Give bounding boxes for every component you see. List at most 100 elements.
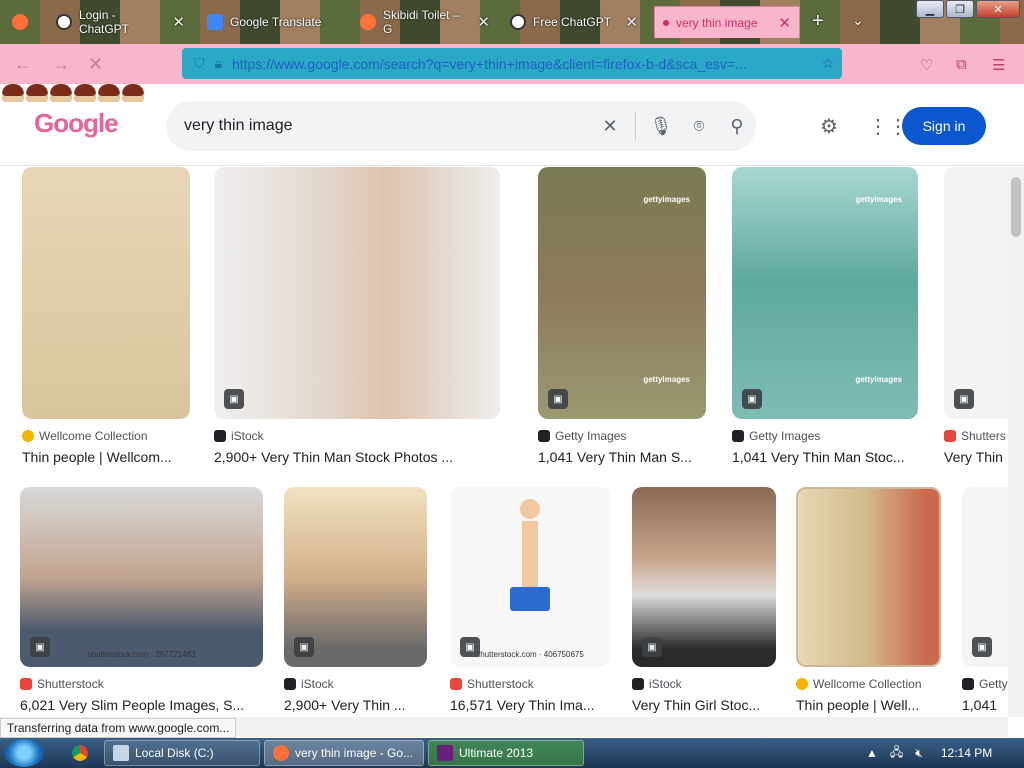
chrome-icon[interactable]	[64, 740, 96, 766]
gear-icon[interactable]: ⚙	[820, 114, 838, 139]
result-image[interactable]: gettyimages gettyimages ▣	[538, 167, 706, 419]
result-image[interactable]: shutterstock.com · 406750675 ▣	[450, 487, 610, 667]
result-card[interactable]: ▣ Getty 1,041	[962, 487, 1008, 713]
result-title[interactable]: 2,900+ Very Thin ...	[284, 697, 427, 713]
visual-studio-icon	[437, 745, 453, 761]
close-window-button[interactable]: ✕	[976, 0, 1020, 18]
watermark: gettyimages	[855, 195, 902, 204]
vertical-scrollbar[interactable]	[1008, 167, 1024, 717]
result-image[interactable]: ▣	[962, 487, 1008, 667]
result-card[interactable]: Wellcome Collection Thin people | Wellco…	[22, 167, 190, 465]
tab-free-chatgpt[interactable]: Free ChatGPT ✕	[502, 6, 646, 38]
volume-muted-icon[interactable]: 🔇︎	[915, 746, 923, 761]
result-card[interactable]: ▣ iStock 2,900+ Very Thin Man Stock Phot…	[214, 167, 500, 465]
window-controls: ▁ ❐ ✕	[916, 0, 1020, 18]
result-title[interactable]: Very Thin Girl Stoc...	[632, 697, 776, 713]
lock-icon[interactable]: 🔒︎	[215, 55, 222, 72]
microphone-icon[interactable]: 🎙︎	[642, 116, 680, 137]
result-title[interactable]: 6,021 Very Slim People Images, S...	[20, 697, 263, 713]
tab-label: Google Translate	[230, 15, 322, 29]
extensions-icon[interactable]: ⧉	[956, 56, 967, 73]
source-name: Shutters	[961, 429, 1006, 443]
result-card[interactable]: shutterstock.com · 367721483 ▣ Shutterst…	[20, 487, 263, 713]
taskbar-item-label: Local Disk (C:)	[135, 746, 214, 760]
result-title[interactable]: 1,041 Very Thin Man Stoc...	[732, 449, 918, 465]
doodle-cupcakes	[2, 84, 144, 102]
pocket-icon[interactable]: ♡	[920, 56, 933, 74]
image-badge-icon: ▣	[294, 637, 314, 657]
camera-lens-icon[interactable]: ⌾	[680, 116, 718, 137]
minimize-button[interactable]: ▁	[916, 0, 944, 18]
address-bar[interactable]: ⛉ 🔒︎ https://www.google.com/search?q=ver…	[182, 48, 842, 79]
result-image[interactable]: ▣	[944, 167, 1008, 419]
source-favicon-icon	[796, 678, 808, 690]
source-favicon-icon	[20, 678, 32, 690]
result-image[interactable]: gettyimages gettyimages ▣	[732, 167, 918, 419]
taskbar-item-visual-studio[interactable]: Ultimate 2013	[428, 740, 584, 766]
maximize-button[interactable]: ❐	[946, 0, 974, 18]
menu-hamburger-icon[interactable]: ☰	[992, 56, 1005, 74]
drive-icon	[113, 745, 129, 761]
forward-arrow-icon[interactable]: →	[52, 54, 70, 75]
result-title[interactable]: 1,041	[962, 697, 1008, 713]
new-tab-button[interactable]: +	[812, 10, 824, 33]
tab-label: Login - ChatGPT	[79, 8, 130, 36]
translate-icon	[207, 14, 223, 30]
taskbar-item-local-disk[interactable]: Local Disk (C:)	[104, 740, 260, 766]
source-name: Wellcome Collection	[39, 429, 148, 443]
back-arrow-icon[interactable]: ←	[14, 54, 32, 75]
result-title[interactable]: 1,041 Very Thin Man S...	[538, 449, 706, 465]
result-card[interactable]: ▣ iStock 2,900+ Very Thin ...	[284, 487, 427, 713]
image-badge-icon: ▣	[224, 389, 244, 409]
shield-icon[interactable]: ⛉	[194, 55, 205, 72]
search-input[interactable]: very thin image	[184, 117, 591, 135]
source-favicon-icon	[732, 430, 744, 442]
chatgpt-icon	[510, 14, 526, 30]
close-icon[interactable]: ✕	[625, 13, 638, 31]
clock[interactable]: 12:14 PM	[941, 746, 992, 760]
close-icon[interactable]: ✕	[477, 13, 490, 31]
search-box[interactable]: very thin image ✕ 🎙︎ ⌾ ⚲	[166, 101, 756, 151]
clear-icon[interactable]: ✕	[591, 116, 629, 137]
search-icon[interactable]: ⚲	[718, 116, 756, 137]
result-image[interactable]	[796, 487, 941, 667]
stop-loading-icon[interactable]: ✕	[88, 54, 103, 75]
cartoon-body	[522, 521, 538, 591]
source-name: iStock	[301, 677, 334, 691]
result-title[interactable]: 16,571 Very Thin Ima...	[450, 697, 610, 713]
result-image[interactable]: ▣	[632, 487, 776, 667]
tab-login-chatgpt[interactable]: Login - ChatGPT ✕	[48, 6, 193, 38]
tab-very-thin-image[interactable]: very thin image ✕	[654, 6, 800, 38]
status-text: Transferring data from www.google.com...	[0, 718, 237, 738]
close-icon[interactable]: ✕	[172, 13, 185, 31]
tab-skibidi[interactable]: Skibidi Toilet – G ✕	[352, 6, 498, 38]
result-image[interactable]: ▣	[214, 167, 500, 419]
result-image[interactable]: ▣	[284, 487, 427, 667]
result-card[interactable]: ▣ Shutters Very Thin	[944, 167, 1008, 465]
google-logo[interactable]: Google	[34, 108, 119, 139]
firefox-icon[interactable]	[12, 14, 28, 30]
list-tabs-chevron-icon[interactable]: ⌄	[852, 12, 864, 29]
taskbar-item-label: very thin image - Go...	[295, 746, 414, 760]
url-text[interactable]: https://www.google.com/search?q=very+thi…	[232, 56, 792, 72]
result-title[interactable]: Very Thin	[944, 449, 1008, 465]
taskbar-item-firefox[interactable]: very thin image - Go...	[264, 740, 424, 766]
result-card[interactable]: Wellcome Collection Thin people | Well..…	[796, 487, 941, 713]
result-title[interactable]: Thin people | Wellcom...	[22, 449, 190, 465]
result-image[interactable]: shutterstock.com · 367721483 ▣	[20, 487, 263, 667]
network-icon[interactable]: 🖧︎	[890, 743, 903, 764]
sign-in-button[interactable]: Sign in	[902, 107, 986, 145]
result-card[interactable]: gettyimages gettyimages ▣ Getty Images 1…	[732, 167, 918, 465]
close-icon[interactable]: ✕	[778, 14, 791, 32]
bookmark-star-icon[interactable]: ☆	[821, 55, 834, 72]
tab-google-translate[interactable]: Google Translate	[199, 6, 349, 38]
result-image[interactable]	[22, 167, 190, 419]
result-card[interactable]: gettyimages gettyimages ▣ Getty Images 1…	[538, 167, 706, 465]
show-hidden-icons-icon[interactable]: ▲	[866, 746, 878, 760]
result-title[interactable]: Thin people | Well...	[796, 697, 941, 713]
result-title[interactable]: 2,900+ Very Thin Man Stock Photos ...	[214, 449, 500, 465]
result-card[interactable]: shutterstock.com · 406750675 ▣ Shutterst…	[450, 487, 610, 713]
start-orb-icon[interactable]	[4, 739, 44, 767]
scrollbar-thumb[interactable]	[1011, 177, 1021, 237]
result-card[interactable]: ▣ iStock Very Thin Girl Stoc...	[632, 487, 776, 713]
